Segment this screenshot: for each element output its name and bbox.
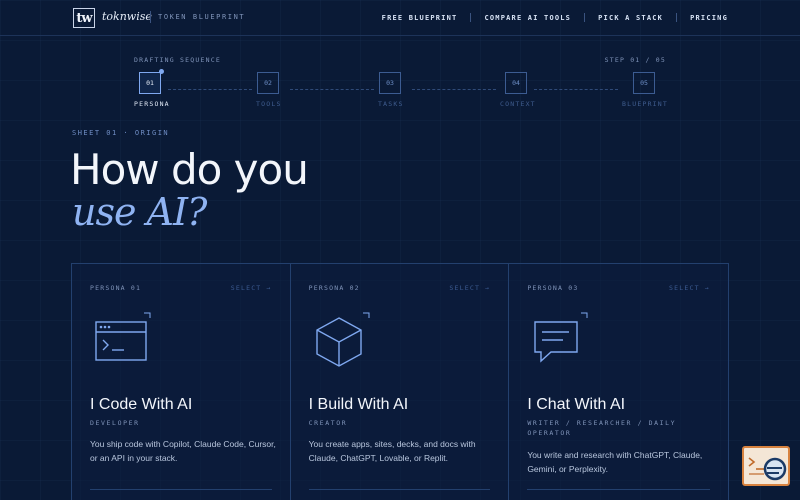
persona-cards: PERSONA 01 SELECT → I Code With AI DEVEL…	[71, 263, 729, 500]
step-tools[interactable]: 02 TOOLS	[256, 72, 317, 108]
step-number: 02	[257, 72, 279, 94]
card-divider	[527, 489, 710, 490]
nav-pricing[interactable]: PRICING	[690, 14, 728, 22]
main-nav: FREE BLUEPRINT COMPARE AI TOOLS PICK A S…	[382, 13, 728, 22]
nav-pick-a-stack[interactable]: PICK A STACK	[598, 14, 663, 22]
logo-mark[interactable]: tw	[73, 8, 95, 28]
page-title-accent: use AI?	[72, 190, 207, 234]
card-role: DEVELOPER	[90, 419, 140, 427]
chat-bubble-icon	[531, 312, 595, 368]
step-number: 01	[139, 72, 161, 94]
step-persona[interactable]: 01 PERSONA	[134, 69, 199, 108]
persona-card-developer[interactable]: PERSONA 01 SELECT → I Code With AI DEVEL…	[72, 264, 291, 500]
sheet-label: SHEET 01 · ORIGIN	[72, 129, 170, 137]
select-link[interactable]: SELECT →	[231, 284, 272, 292]
nav-divider	[584, 13, 586, 22]
step-label: TOOLS	[256, 100, 282, 108]
step-label: CONTEXT	[500, 100, 536, 108]
card-divider	[308, 489, 491, 490]
select-link[interactable]: SELECT →	[449, 284, 490, 292]
step-number: 05	[633, 72, 655, 94]
persona-card-writer[interactable]: PERSONA 03 SELECT → I Chat With AI WRITE…	[509, 264, 728, 500]
step-label: TASKS	[378, 100, 404, 108]
cube-icon	[313, 312, 377, 368]
floating-assistant-badge[interactable]	[742, 446, 790, 486]
terminal-search-icon	[748, 457, 787, 481]
card-description: You ship code with Copilot, Claude Code,…	[90, 439, 276, 463]
card-number: PERSONA 01	[90, 284, 142, 292]
brand-divider	[150, 11, 151, 23]
card-description: You create apps, sites, decks, and docs …	[308, 439, 476, 463]
step-counter: STEP 01 / 05	[604, 56, 666, 64]
card-title: I Chat With AI	[527, 396, 626, 413]
card-title: I Code With AI	[90, 396, 193, 413]
step-label: BLUEPRINT	[622, 100, 669, 108]
card-description: You write and research with ChatGPT, Cla…	[527, 450, 703, 474]
card-role: WRITER / RESEARCHER / DAILY OPERATOR	[527, 419, 677, 437]
card-role: CREATOR	[308, 419, 348, 427]
step-blueprint[interactable]: 05 BLUEPRINT	[622, 72, 693, 108]
persona-card-creator[interactable]: PERSONA 02 SELECT → I Build With AI CREA…	[290, 264, 510, 500]
step-number: 03	[379, 72, 401, 94]
step-label: PERSONA	[134, 100, 170, 108]
sequence-label: DRAFTING SEQUENCE	[134, 56, 221, 64]
nav-free-blueprint[interactable]: FREE BLUEPRINT	[382, 14, 458, 22]
terminal-window-icon	[94, 312, 158, 368]
step-tasks[interactable]: 03 TASKS	[378, 72, 439, 108]
top-header: tw toknwise TOKEN BLUEPRINT FREE BLUEPRI…	[0, 0, 800, 36]
card-number: PERSONA 02	[308, 284, 360, 292]
step-context[interactable]: 04 CONTEXT	[500, 72, 565, 108]
card-divider	[90, 489, 272, 490]
brand-name[interactable]: toknwise	[102, 10, 152, 23]
card-number: PERSONA 03	[527, 284, 579, 292]
select-link[interactable]: SELECT →	[669, 284, 710, 292]
nav-compare-ai-tools[interactable]: COMPARE AI TOOLS	[484, 14, 571, 22]
brand-subtitle: TOKEN BLUEPRINT	[158, 13, 246, 21]
nav-divider	[676, 13, 678, 22]
page-title: How do you	[70, 145, 309, 194]
step-number: 04	[505, 72, 527, 94]
nav-divider	[470, 13, 472, 22]
active-step-dot	[159, 69, 164, 74]
card-title: I Build With AI	[308, 396, 409, 413]
